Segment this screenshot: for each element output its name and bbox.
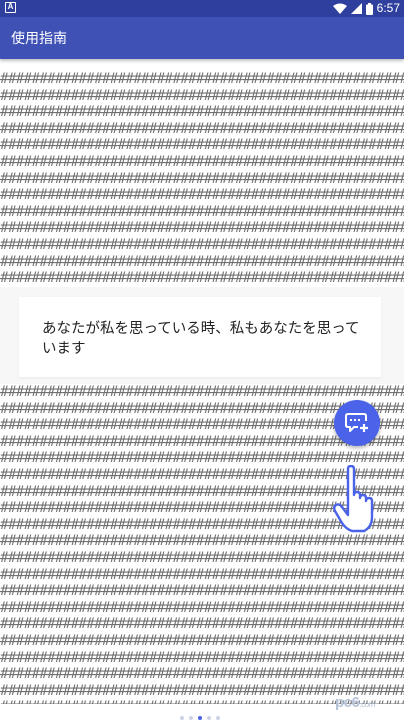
status-time: 6:57	[376, 1, 400, 15]
wifi-icon	[332, 3, 347, 14]
page-dot	[207, 716, 211, 720]
tip-text: あなたが私を思っている時、私もあなたを思っています	[42, 321, 360, 357]
add-message-button[interactable]	[334, 400, 380, 446]
add-message-icon	[345, 413, 368, 432]
page-dot	[180, 716, 184, 720]
status-bar: A 6:57	[0, 0, 404, 17]
signal-icon	[350, 3, 362, 14]
app-title: 使用指南	[11, 31, 67, 47]
tip-area: あなたが私を思っている時、私もあなたを思っています	[0, 287, 404, 384]
page-dot	[189, 716, 193, 720]
status-icons: 6:57	[332, 0, 400, 17]
notification-icon: A	[5, 2, 16, 13]
page-dot	[216, 716, 220, 720]
tip-card: あなたが私を思っている時、私もあなたを思っています	[19, 297, 381, 377]
hash-pattern-top: ########################################…	[0, 71, 404, 287]
page-dot	[198, 716, 202, 720]
watermark-logo: pc6.com	[335, 694, 375, 711]
pointing-hand-icon	[333, 465, 374, 533]
page-indicator	[180, 716, 220, 720]
battery-icon	[365, 2, 373, 15]
app-bar: 使用指南	[0, 17, 404, 59]
